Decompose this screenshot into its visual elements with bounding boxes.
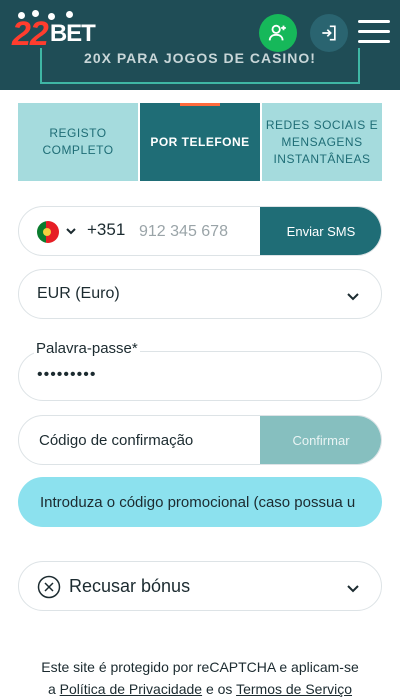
promo-code-input[interactable]: Introduza o código promocional (caso pos…: [18, 477, 382, 527]
recaptcha-notice: Este site é protegido por reCAPTCHA e ap…: [0, 656, 400, 700]
user-add-icon: [268, 24, 286, 41]
bonus-label: Recusar bónus: [69, 576, 191, 596]
chevron-down-icon: [347, 585, 359, 593]
confirm-button[interactable]: Confirmar: [260, 416, 381, 464]
currency-value: EUR (Euro): [37, 285, 120, 302]
logo-text: BET: [49, 20, 96, 47]
currency-select[interactable]: EUR (Euro): [18, 269, 382, 319]
password-value: •••••••••: [37, 366, 97, 383]
promo-banner: 20X PARA JOGOS DE CASINO!: [40, 48, 360, 84]
tab-social-networks[interactable]: REDES SOCIAIS E MENSAGENS INSTANTÂNEAS: [262, 103, 382, 181]
login-icon: [322, 25, 336, 41]
tab-full-registration[interactable]: REGISTO COMPLETO: [18, 103, 138, 181]
password-field[interactable]: •••••••••: [18, 351, 382, 401]
confirmation-code-label: Código de confirmação: [39, 432, 194, 449]
register-user-button[interactable]: [259, 14, 297, 52]
bonus-select[interactable]: Recusar bónus: [18, 561, 382, 611]
phone-field: +351 Enviar SMS: [18, 206, 382, 256]
required-mark: *: [131, 340, 138, 357]
promo-code-placeholder: Introduza o código promocional (caso pos…: [40, 493, 356, 511]
recaptcha-line2: a Política de Privacidade e os Termos de…: [47, 681, 353, 697]
promo-banner-text: 20X PARA JOGOS DE CASINO!: [84, 50, 316, 66]
tab-by-phone[interactable]: POR TELEFONE: [140, 103, 260, 181]
portugal-flag-icon[interactable]: [37, 221, 59, 243]
confirmation-code-field[interactable]: Código de confirmação Confirmar: [18, 415, 382, 465]
top-header: 22 BET 20X PARA JOGOS DE CASINO!: [0, 0, 400, 90]
registration-tabs: REGISTO COMPLETO POR TELEFONE REDES SOCI…: [18, 103, 382, 181]
recaptcha-line1: Este site é protegido por reCAPTCHA e ap…: [41, 659, 359, 675]
phone-input[interactable]: [137, 217, 261, 247]
hamburger-menu-icon[interactable]: [358, 18, 390, 46]
terms-of-service-link[interactable]: Termos de Serviço: [236, 681, 352, 697]
dial-code: +351: [87, 220, 126, 239]
chevron-down-icon: [347, 293, 359, 301]
logo-snow-decoration: [18, 10, 78, 20]
send-sms-button[interactable]: Enviar SMS: [260, 207, 381, 255]
password-label: Palavra-passe*: [34, 340, 140, 357]
login-button[interactable]: [310, 14, 348, 52]
decline-x-icon: [37, 575, 61, 599]
country-chevron-down-icon[interactable]: [64, 224, 78, 238]
privacy-policy-link[interactable]: Política de Privacidade: [60, 681, 202, 697]
